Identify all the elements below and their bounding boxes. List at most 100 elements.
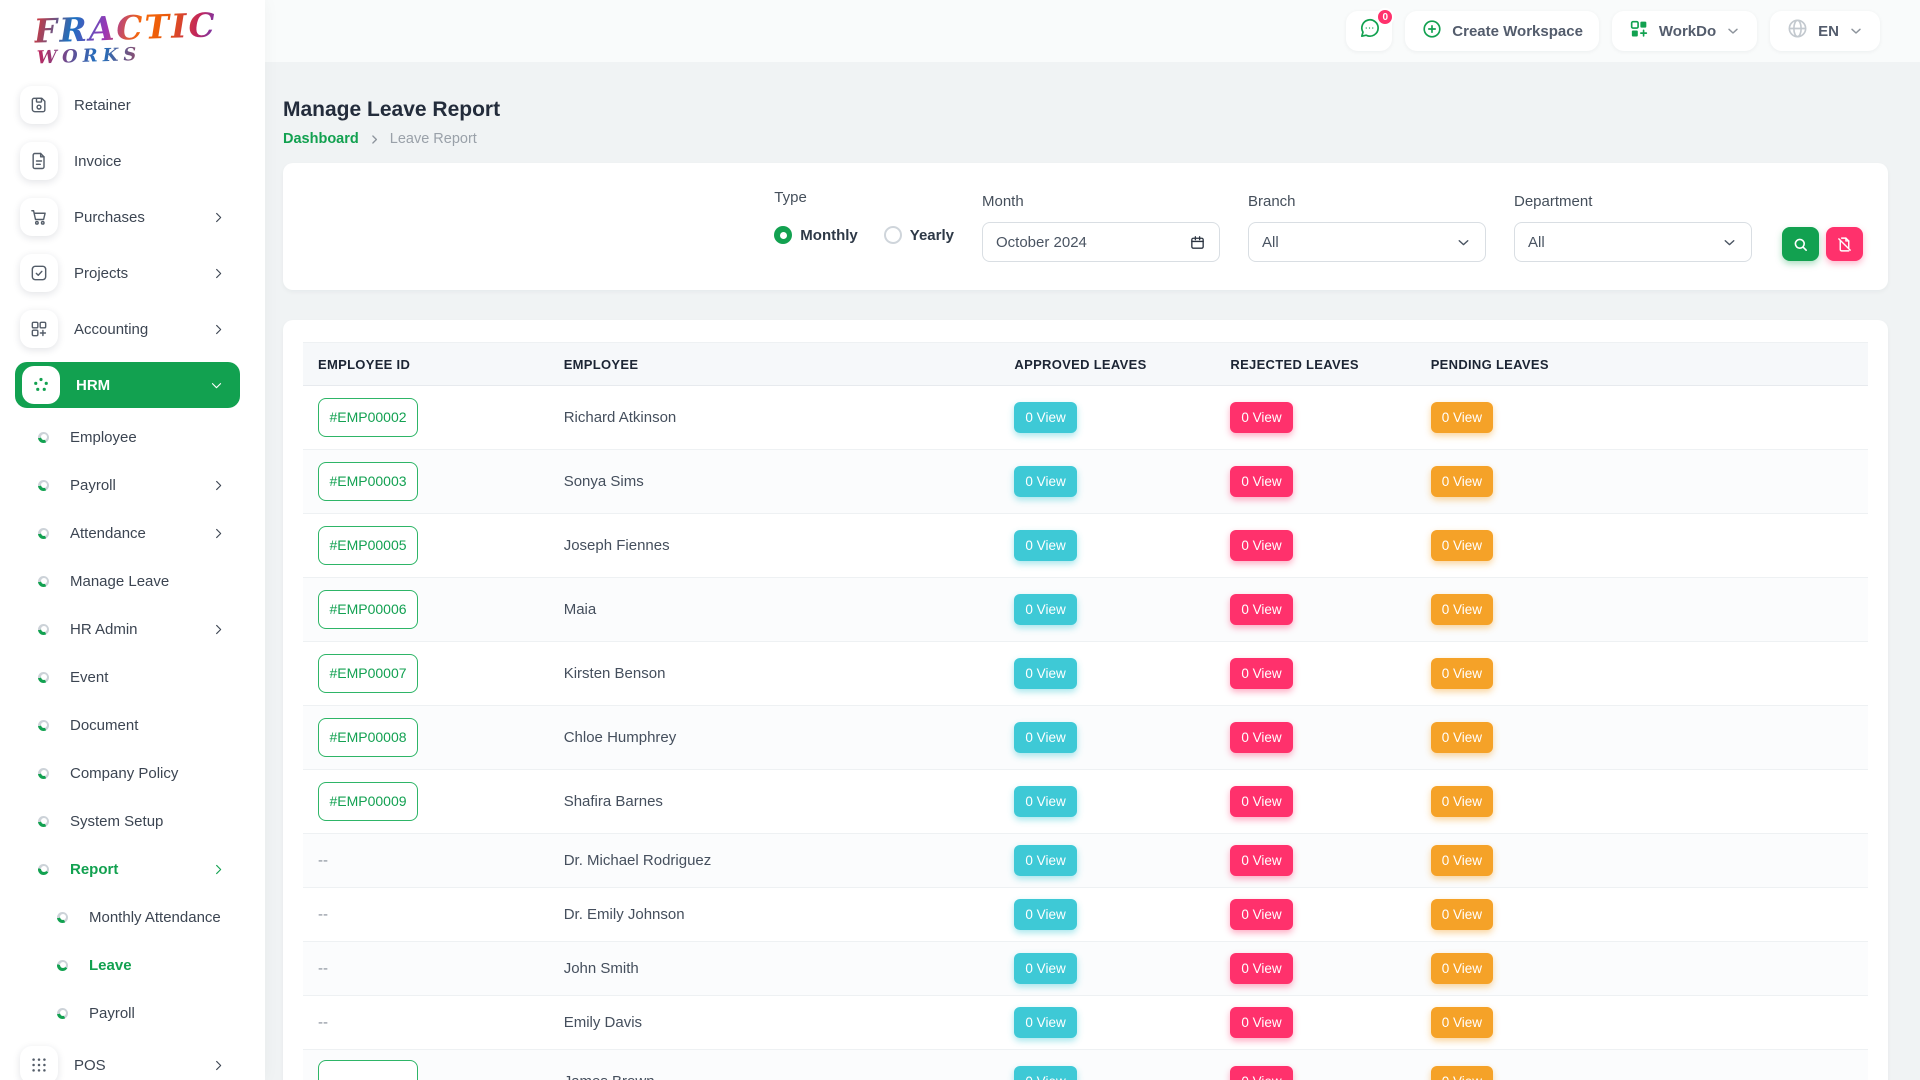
column-header: REJECTED LEAVES bbox=[1215, 342, 1416, 386]
branch-select[interactable]: All bbox=[1248, 222, 1486, 262]
messages-button[interactable]: 0 bbox=[1346, 8, 1395, 51]
rejected-leaves-view-button[interactable]: 0 View bbox=[1230, 1066, 1293, 1080]
sidebar-item-hrm[interactable]: HRM bbox=[15, 362, 240, 408]
pending-leaves-view-button[interactable]: 0 View bbox=[1430, 845, 1493, 876]
type-radio-monthly[interactable]: Monthly bbox=[774, 226, 858, 244]
employee-id-button[interactable]: #EMP00002 bbox=[318, 398, 418, 437]
rejected-leaves-view-button[interactable]: 0 View bbox=[1230, 722, 1293, 753]
employee-id-button[interactable]: #EMP00007 bbox=[318, 654, 418, 693]
rejected-leaves-view-button[interactable]: 0 View bbox=[1230, 1007, 1293, 1038]
sidebar-item-document[interactable]: Document bbox=[0, 701, 265, 749]
table-row: #EMP00006 Maia 0 View 0 View 0 View bbox=[303, 577, 1868, 642]
pending-leaves-view-button[interactable]: 0 View bbox=[1430, 530, 1493, 561]
pending-leaves-view-button[interactable]: 0 View bbox=[1430, 722, 1493, 753]
rejected-leaves-view-button[interactable]: 0 View bbox=[1230, 899, 1293, 930]
rejected-leaves-view-button[interactable]: 0 View bbox=[1230, 786, 1293, 817]
sidebar-item-system-setup[interactable]: System Setup bbox=[0, 797, 265, 845]
approved-leaves-view-button[interactable]: 0 View bbox=[1014, 1066, 1077, 1080]
sidebar-item-report[interactable]: Report bbox=[0, 845, 265, 893]
approved-leaves-view-button[interactable]: 0 View bbox=[1014, 953, 1077, 984]
approved-leaves-view-button[interactable]: 0 View bbox=[1014, 466, 1077, 497]
pending-leaves-view-button[interactable]: 0 View bbox=[1430, 658, 1493, 689]
sidebar-item-company-policy[interactable]: Company Policy bbox=[0, 749, 265, 797]
month-input[interactable]: October 2024 bbox=[982, 222, 1220, 262]
approved-leaves-view-button[interactable]: 0 View bbox=[1014, 530, 1077, 561]
chevron-right-icon bbox=[211, 322, 226, 337]
sidebar-item-payroll[interactable]: Payroll bbox=[0, 989, 265, 1037]
rejected-leaves-view-button[interactable]: 0 View bbox=[1230, 658, 1293, 689]
pending-leaves-view-button[interactable]: 0 View bbox=[1430, 594, 1493, 625]
table-row: James Brown 0 View 0 View 0 View bbox=[303, 1049, 1868, 1080]
employee-id-button[interactable]: #EMP00008 bbox=[318, 718, 418, 757]
approved-leaves-view-button[interactable]: 0 View bbox=[1014, 845, 1077, 876]
sidebar-item-manage-leave[interactable]: Manage Leave bbox=[0, 557, 265, 605]
sidebar: FRACTIC WORKS Retainer Invoice Purchases Pr… bbox=[0, 0, 265, 1080]
approved-leaves-view-button[interactable]: 0 View bbox=[1014, 1007, 1077, 1038]
bullet-ring-icon bbox=[57, 911, 68, 923]
table-row: #EMP00008 Chloe Humphrey 0 View 0 View 0 Vie… bbox=[303, 705, 1868, 770]
pending-leaves-view-button[interactable]: 0 View bbox=[1430, 953, 1493, 984]
sidebar-item-employee[interactable]: Employee bbox=[0, 413, 265, 461]
rejected-leaves-view-button[interactable]: 0 View bbox=[1230, 594, 1293, 625]
employee-id-button[interactable]: #EMP00006 bbox=[318, 590, 418, 629]
employee-id-button[interactable]: #EMP00005 bbox=[318, 526, 418, 565]
sidebar-item-projects[interactable]: Projects bbox=[0, 245, 265, 301]
rejected-leaves-view-button[interactable]: 0 View bbox=[1230, 845, 1293, 876]
rejected-leaves-view-button[interactable]: 0 View bbox=[1230, 466, 1293, 497]
type-radio-yearly[interactable]: Yearly bbox=[883, 226, 954, 244]
create-workspace-button[interactable]: Create Workspace bbox=[1405, 11, 1599, 51]
main-content: Manage Leave Report Dashboard Leave Repo… bbox=[265, 62, 1920, 1080]
pending-leaves-view-button[interactable]: 0 View bbox=[1430, 1007, 1493, 1038]
column-header: APPROVED LEAVES bbox=[999, 342, 1216, 386]
employee-id-empty: -- bbox=[318, 1013, 328, 1031]
search-button[interactable] bbox=[1782, 227, 1819, 261]
pending-leaves-view-button[interactable]: 0 View bbox=[1430, 1066, 1493, 1080]
sidebar-item-hr-admin[interactable]: HR Admin bbox=[0, 605, 265, 653]
chevron-right-icon bbox=[211, 862, 226, 877]
approved-leaves-view-button[interactable]: 0 View bbox=[1014, 786, 1077, 817]
language-selector[interactable]: EN bbox=[1770, 11, 1880, 51]
chevron-right-icon bbox=[211, 266, 226, 281]
sidebar-item-leave[interactable]: Leave bbox=[0, 941, 265, 989]
brand-name-line2: WORKS bbox=[36, 43, 219, 69]
rejected-leaves-view-button[interactable]: 0 View bbox=[1230, 402, 1293, 433]
employee-id-button[interactable]: #EMP00009 bbox=[318, 782, 418, 821]
employee-name: Emily Davis bbox=[563, 1013, 643, 1031]
employee-name: Chloe Humphrey bbox=[563, 728, 677, 746]
rejected-leaves-view-button[interactable]: 0 View bbox=[1230, 530, 1293, 561]
workdo-menu-button[interactable]: WorkDo bbox=[1611, 11, 1758, 51]
sidebar-item-attendance[interactable]: Attendance bbox=[0, 509, 265, 557]
approved-leaves-view-button[interactable]: 0 View bbox=[1014, 722, 1077, 753]
sidebar-item-event[interactable]: Event bbox=[0, 653, 265, 701]
cart-icon bbox=[20, 198, 58, 236]
sidebar-item-pos[interactable]: POS bbox=[0, 1037, 265, 1080]
sidebar-item-invoice[interactable]: Invoice bbox=[0, 133, 265, 189]
branch-filter-group: Branch All bbox=[1248, 193, 1486, 262]
pending-leaves-view-button[interactable]: 0 View bbox=[1430, 402, 1493, 433]
employee-id-button[interactable] bbox=[318, 1060, 418, 1080]
rejected-leaves-view-button[interactable]: 0 View bbox=[1230, 953, 1293, 984]
approved-leaves-view-button[interactable]: 0 View bbox=[1014, 594, 1077, 625]
table-row: #EMP00009 Shafira Barnes 0 View 0 View 0 Vie… bbox=[303, 769, 1868, 834]
sidebar-item-purchases[interactable]: Purchases bbox=[0, 189, 265, 245]
employee-id-empty: -- bbox=[318, 905, 328, 923]
sidebar-item-payroll[interactable]: Payroll bbox=[0, 461, 265, 509]
breadcrumb-dashboard-link[interactable]: Dashboard bbox=[283, 131, 359, 147]
table-row: #EMP00002 Richard Atkinson 0 View 0 View 0 V… bbox=[303, 385, 1868, 450]
approved-leaves-view-button[interactable]: 0 View bbox=[1014, 402, 1077, 433]
table-row: -- Dr. Emily Johnson 0 View 0 View 0 View bbox=[303, 887, 1868, 942]
save-icon bbox=[20, 86, 58, 124]
sidebar-item-monthly-attendance[interactable]: Monthly Attendance bbox=[0, 893, 265, 941]
department-select[interactable]: All bbox=[1514, 222, 1752, 262]
sidebar-item-retainer[interactable]: Retainer bbox=[0, 77, 265, 133]
reset-filter-button[interactable] bbox=[1826, 227, 1863, 261]
sidebar-item-accounting[interactable]: Accounting bbox=[0, 301, 265, 357]
pending-leaves-view-button[interactable]: 0 View bbox=[1430, 899, 1493, 930]
approved-leaves-view-button[interactable]: 0 View bbox=[1014, 899, 1077, 930]
approved-leaves-view-button[interactable]: 0 View bbox=[1014, 658, 1077, 689]
pending-leaves-view-button[interactable]: 0 View bbox=[1430, 786, 1493, 817]
messages-badge: 0 bbox=[1376, 8, 1395, 26]
brand-logo[interactable]: FRACTIC WORKS bbox=[0, 0, 218, 69]
employee-id-button[interactable]: #EMP00003 bbox=[318, 462, 418, 501]
pending-leaves-view-button[interactable]: 0 View bbox=[1430, 466, 1493, 497]
